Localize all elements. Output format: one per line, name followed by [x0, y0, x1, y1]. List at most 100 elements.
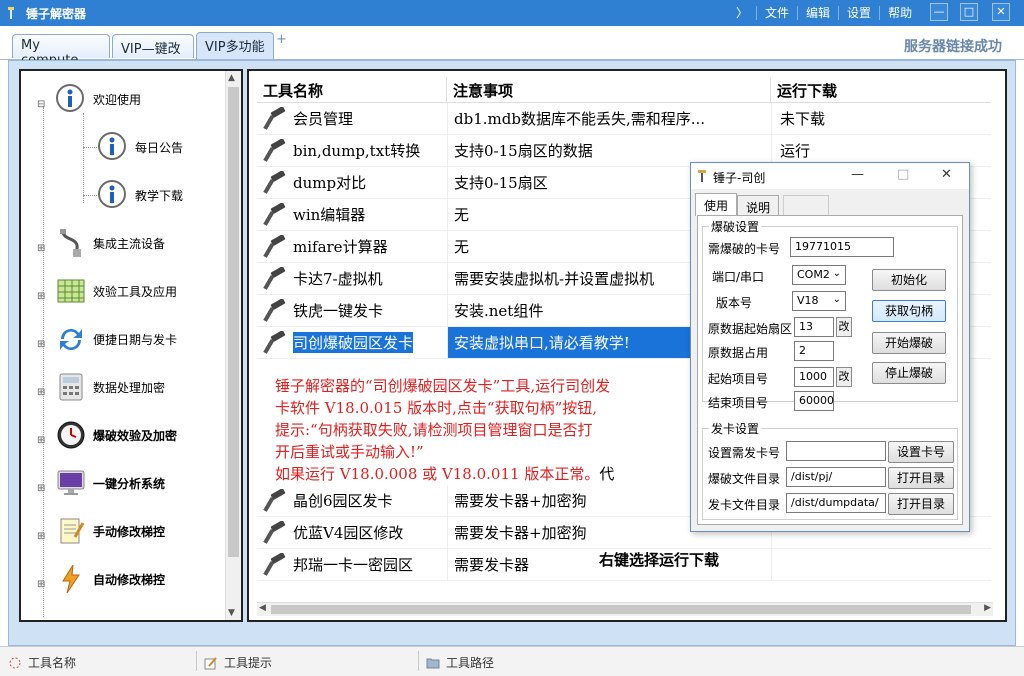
tree-item-date-card[interactable]: 便捷日期与发卡: [55, 323, 177, 355]
menu-settings[interactable]: 设置: [847, 4, 871, 21]
column-header-run[interactable]: 运行下载: [771, 77, 991, 102]
hscroll-thumb[interactable]: [271, 605, 971, 614]
dialog-close-button[interactable]: ✕: [941, 167, 952, 182]
tab-my-compute[interactable]: My compute: [12, 34, 110, 68]
open-crack-dir-button[interactable]: 打开目录: [888, 467, 954, 489]
dialog-minimize-button[interactable]: —: [851, 167, 864, 182]
expander-icon[interactable]: ⊞: [37, 339, 45, 350]
expander-icon[interactable]: ⊞: [37, 579, 45, 590]
menu-chevron-icon[interactable]: 〉: [736, 4, 748, 21]
dialog-tab-help[interactable]: 说明: [737, 195, 780, 215]
run-download-hint: 右键选择运行下载: [599, 551, 720, 569]
get-handle-button[interactable]: 获取句柄: [872, 300, 946, 322]
tree-item-verify-tools[interactable]: 效验工具及应用: [55, 275, 177, 307]
tool-run-cell[interactable]: 未下载: [771, 103, 991, 134]
expander-icon[interactable]: ⊟: [37, 99, 45, 110]
status-tool-name: 工具名称: [8, 654, 76, 671]
port-select[interactable]: COM2 ⌄: [792, 265, 846, 285]
expander-icon[interactable]: ⊞: [37, 243, 45, 254]
hammer-icon: [263, 234, 286, 258]
start-crack-button[interactable]: 开始爆破: [872, 332, 946, 354]
scroll-left-icon[interactable]: ◀: [259, 603, 266, 613]
scroll-right-icon[interactable]: ▶: [984, 603, 991, 613]
open-card-dir-button[interactable]: 打开目录: [888, 493, 954, 515]
dialog-maximize-button[interactable]: □: [897, 167, 909, 182]
menu-file[interactable]: 文件: [765, 4, 789, 21]
sector-start-input[interactable]: 13: [794, 317, 834, 337]
dialog-title: 锤子-司创: [713, 171, 766, 185]
tool-icon: [9, 657, 21, 668]
tree-item-daily-notice[interactable]: 每日公告: [97, 131, 183, 163]
set-card-input[interactable]: [786, 441, 886, 461]
tool-name-cell[interactable]: bin,dump,txt转换: [257, 138, 447, 163]
hammer-icon: [263, 488, 286, 512]
tool-run-cell[interactable]: [771, 549, 991, 580]
tree-scrollbar[interactable]: ▲ ▼: [225, 71, 241, 620]
chevron-down-icon: ⌄: [832, 268, 841, 279]
tree-item-welcome[interactable]: 欢迎使用: [55, 83, 141, 115]
maximize-button[interactable]: □: [960, 3, 978, 21]
tool-name-cell[interactable]: 会员管理: [257, 106, 447, 131]
tool-name-cell[interactable]: 优蓝V4园区修改: [257, 520, 447, 545]
scroll-down-icon[interactable]: ▼: [228, 608, 235, 618]
column-header-note[interactable]: 注意事项: [447, 77, 771, 102]
sector-change-button[interactable]: 改: [836, 317, 852, 337]
info-icon: [98, 180, 126, 208]
sichuang-dialog: 锤子-司创 — □ ✕ 使用 说明 爆破设置 需爆破的卡号 19771015 端…: [690, 162, 970, 532]
expander-icon[interactable]: ⊞: [37, 483, 45, 494]
set-card-button[interactable]: 设置卡号: [888, 441, 954, 463]
table-row[interactable]: 会员管理 db1.mdb数据库不能丢失,需和程序... 未下载: [257, 103, 991, 135]
dialog-tab-use[interactable]: 使用: [695, 193, 738, 216]
crack-dir-input[interactable]: /dist/pj/: [786, 467, 886, 487]
app-icon: [698, 170, 706, 182]
tool-name-cell[interactable]: dump对比: [257, 170, 447, 195]
edit-icon: [204, 656, 217, 669]
tool-name-cell[interactable]: mifare计算器: [257, 234, 447, 259]
tool-name-cell[interactable]: 卡达7-虚拟机: [257, 266, 447, 291]
tree-item-one-click-analysis[interactable]: 一键分析系统: [55, 467, 165, 499]
expander-icon[interactable]: ⊞: [37, 435, 45, 446]
usb-cable-icon: [60, 229, 81, 257]
hammer-icon: [263, 106, 286, 130]
menu-help[interactable]: 帮助: [888, 4, 912, 21]
stop-crack-button[interactable]: 停止爆破: [872, 362, 946, 384]
tree-item-crack-verify[interactable]: 爆破效验及加密: [55, 419, 177, 451]
start-item-input[interactable]: 1000: [794, 367, 834, 387]
card-number-input[interactable]: 19771015: [790, 237, 894, 257]
menu-edit[interactable]: 编辑: [806, 4, 830, 21]
start-change-button[interactable]: 改: [836, 367, 852, 387]
scroll-up-icon[interactable]: ▲: [228, 73, 235, 83]
close-button[interactable]: ✕: [992, 3, 1010, 21]
column-header-name[interactable]: 工具名称: [257, 77, 447, 102]
tool-name-cell[interactable]: win编辑器: [257, 202, 447, 227]
scroll-thumb[interactable]: [228, 87, 239, 557]
version-select[interactable]: V18 ⌄: [792, 291, 846, 311]
tab-vip-multifunction[interactable]: VIP多功能: [196, 32, 274, 59]
tab-vip-keychange[interactable]: VIP—键改: [112, 34, 194, 58]
tree-item-devices[interactable]: 集成主流设备: [55, 227, 165, 259]
data-usage-input[interactable]: 2: [794, 341, 834, 361]
server-status: 服务器链接成功: [904, 39, 1002, 55]
tree-item-tutorial-download[interactable]: 教学下载: [97, 179, 183, 211]
expander-icon[interactable]: ⊞: [37, 291, 45, 302]
tool-name-cell[interactable]: 邦瑞一卡一密园区: [257, 552, 447, 577]
clock-icon: [57, 421, 85, 449]
tool-note-cell[interactable]: db1.mdb数据库不能丢失,需和程序...: [447, 103, 771, 134]
card-dir-input[interactable]: /dist/dumpdata/: [786, 493, 886, 513]
chevron-down-icon: ⌄: [832, 294, 841, 305]
expander-icon[interactable]: ⊞: [37, 387, 45, 398]
add-tab-icon[interactable]: +: [276, 32, 287, 47]
end-item-input[interactable]: 60000: [794, 391, 834, 411]
tool-name-cell[interactable]: 晶创6园区发卡: [257, 488, 447, 513]
tree-item-auto-elevator[interactable]: 自动修改梯控: [55, 563, 165, 595]
info-icon: [98, 132, 126, 160]
status-tool-hint: 工具提示: [204, 654, 272, 671]
tool-name-cell[interactable]: 铁虎一键发卡: [257, 298, 447, 323]
init-button[interactable]: 初始化: [872, 269, 946, 291]
expander-icon[interactable]: ⊞: [37, 531, 45, 542]
minimize-button[interactable]: —: [930, 3, 948, 21]
tree-item-data-encrypt[interactable]: 数据处理加密: [55, 371, 165, 403]
grid-hscrollbar[interactable]: ◀ ▶: [257, 602, 993, 616]
tool-name-cell[interactable]: 司创爆破园区发卡: [257, 330, 447, 355]
tree-item-manual-elevator[interactable]: 手动修改梯控: [55, 515, 165, 547]
